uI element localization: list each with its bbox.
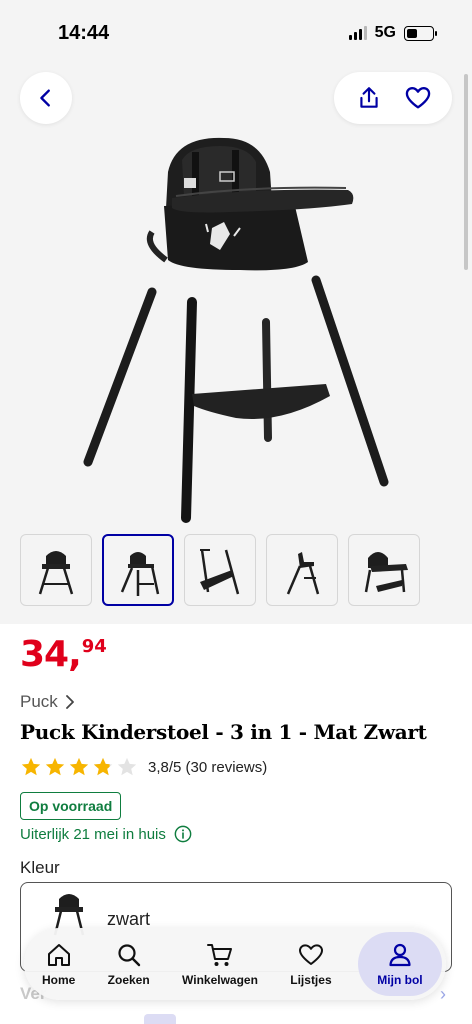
share-button[interactable] (349, 78, 389, 118)
scroll-indicator[interactable] (464, 74, 468, 270)
product-image[interactable] (80, 132, 400, 524)
chevron-right-icon: › (440, 984, 446, 1004)
status-time: 14:44 (58, 22, 110, 44)
user-icon (389, 943, 411, 967)
heart-icon (298, 944, 323, 965)
search-icon (118, 944, 140, 967)
product-gallery (0, 64, 472, 624)
header-actions (334, 72, 452, 124)
status-indicators: 5G (348, 24, 437, 42)
nav-cart[interactable]: Winkelwagen (176, 932, 264, 996)
share-icon (359, 87, 378, 108)
nav-label: Lijstjes (290, 973, 332, 987)
thumbnail-1[interactable] (20, 534, 92, 606)
stock-badge: Op voorraad (20, 792, 122, 820)
thumbnail-2[interactable] (102, 534, 174, 606)
brand-name: Puck (20, 692, 58, 711)
star-full-icon (45, 757, 65, 776)
star-partial-icon (93, 757, 113, 776)
thumbnail-strip (20, 534, 420, 606)
variant-name: zwart (107, 909, 151, 929)
obscured-element (144, 1014, 176, 1024)
bottom-navigation: Home Zoeken Winkelwagen Lijstjes Mijn bo… (24, 928, 446, 1000)
nav-label: Home (42, 973, 76, 987)
nav-label: Winkelwagen (182, 973, 258, 987)
nav-account[interactable]: Mijn bol (357, 932, 442, 996)
back-button[interactable] (20, 72, 72, 124)
star-full-icon (69, 757, 89, 776)
status-bar: 14:44 5G (0, 0, 472, 64)
chevron-left-icon (40, 89, 50, 107)
chevron-right-icon (65, 695, 74, 709)
wishlist-button[interactable] (398, 78, 438, 118)
delivery-text: Uiterlijk 21 mei in huis (20, 825, 166, 843)
nav-home[interactable]: Home (36, 932, 81, 996)
battery-icon (404, 25, 437, 41)
rating-text: 3,8/5 (30 reviews) (148, 758, 268, 776)
price-main: 34, (20, 634, 82, 675)
star-full-icon (21, 757, 41, 776)
heart-icon (405, 87, 430, 109)
nav-search[interactable]: Zoeken (102, 932, 156, 996)
home-icon (47, 944, 70, 966)
color-label: Kleur (20, 858, 60, 877)
product-price: 34, 94 (20, 636, 107, 674)
thumbnail-4[interactable] (266, 534, 338, 606)
cart-icon (206, 944, 232, 966)
network-type: 5G (374, 24, 396, 41)
delivery-info: Uiterlijk 21 mei in huis (20, 825, 192, 843)
signal-icon (348, 26, 367, 40)
star-empty-icon (117, 757, 137, 776)
brand-link[interactable]: Puck (20, 692, 76, 712)
nav-lists[interactable]: Lijstjes (284, 932, 337, 996)
product-rating[interactable]: 3,8/5 (30 reviews) (20, 756, 267, 778)
thumbnail-5[interactable] (348, 534, 420, 606)
price-cents: 94 (81, 636, 107, 657)
info-icon[interactable] (174, 825, 192, 843)
nav-label: Zoeken (107, 973, 150, 987)
nav-label: Mijn bol (377, 973, 423, 987)
product-title: Puck Kinderstoel - 3 in 1 - Mat Zwart (20, 720, 427, 744)
thumbnail-3[interactable] (184, 534, 256, 606)
